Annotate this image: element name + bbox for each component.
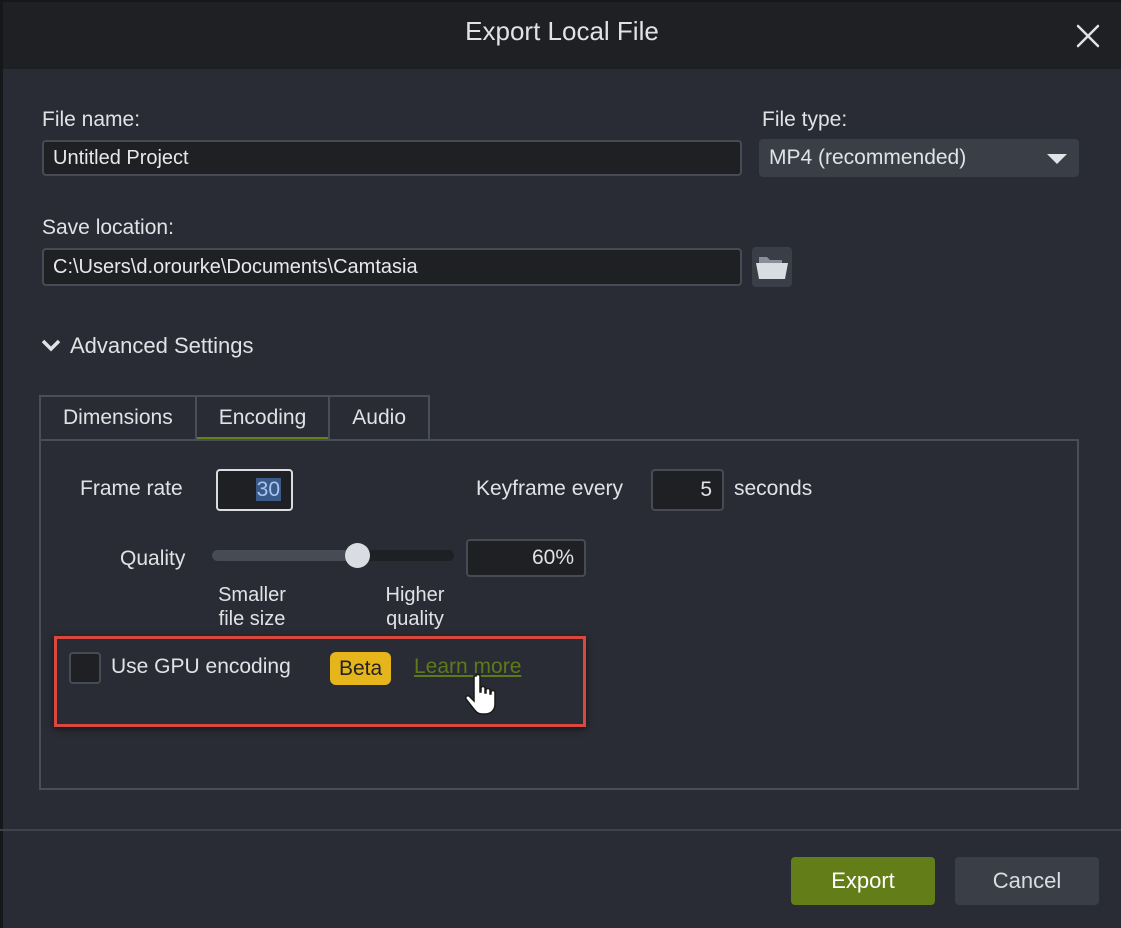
quality-slider-fill <box>212 550 358 561</box>
quality-slider[interactable] <box>212 543 454 568</box>
file-type-label: File type: <box>762 108 848 131</box>
frame-rate-value: 30 <box>255 478 281 501</box>
quality-input[interactable]: 60% <box>466 539 586 577</box>
file-name-label: File name: <box>42 108 141 131</box>
file-type-value: MP4 (recommended) <box>769 146 967 169</box>
close-button[interactable] <box>1073 21 1103 51</box>
folder-icon <box>756 257 788 279</box>
tab-dimensions[interactable]: Dimensions <box>39 395 197 439</box>
smaller-label-line1: Smaller <box>218 584 286 606</box>
title-bar: Export Local File <box>3 2 1121 69</box>
gpu-encoding-checkbox[interactable] <box>69 652 101 684</box>
hand-pointer-icon <box>465 673 501 726</box>
save-location-input[interactable]: C:\Users\d.orourke\Documents\Camtasia <box>42 248 742 286</box>
keyframe-label: Keyframe every <box>476 477 624 500</box>
chevron-down-icon <box>1047 154 1067 164</box>
higher-label-line2: quality <box>386 608 444 630</box>
gpu-encoding-label: Use GPU encoding <box>111 655 291 678</box>
smaller-file-size-label: Smaller file size <box>212 583 292 631</box>
tab-audio[interactable]: Audio <box>328 395 431 439</box>
keyframe-input[interactable]: 5 <box>651 469 724 511</box>
browse-folder-button[interactable] <box>752 247 792 287</box>
settings-tabs: Dimensions Encoding Audio <box>39 395 431 441</box>
advanced-settings-label: Advanced Settings <box>70 333 254 358</box>
frame-rate-input[interactable]: 30 <box>216 469 293 511</box>
higher-label-line1: Higher <box>385 584 445 606</box>
tab-encoding[interactable]: Encoding <box>194 395 331 441</box>
smaller-label-line2: file size <box>218 608 286 630</box>
frame-rate-label: Frame rate <box>80 477 183 500</box>
gpu-highlight-box <box>54 636 586 727</box>
close-icon <box>1076 24 1100 48</box>
save-location-label: Save location: <box>42 216 174 239</box>
higher-quality-label: Higher quality <box>375 583 455 631</box>
quality-label: Quality <box>120 547 186 570</box>
beta-badge: Beta <box>330 652 392 685</box>
chevron-down-icon <box>41 339 61 352</box>
footer-divider <box>0 829 1121 831</box>
dialog-title: Export Local File <box>465 16 659 46</box>
advanced-settings-toggle[interactable]: Advanced Settings <box>40 333 253 359</box>
export-button[interactable]: Export <box>791 857 935 905</box>
keyframe-unit-label: seconds <box>734 477 813 500</box>
cancel-button[interactable]: Cancel <box>955 857 1099 905</box>
file-type-select[interactable]: MP4 (recommended) <box>759 139 1079 177</box>
file-name-input[interactable]: Untitled Project <box>42 140 742 176</box>
